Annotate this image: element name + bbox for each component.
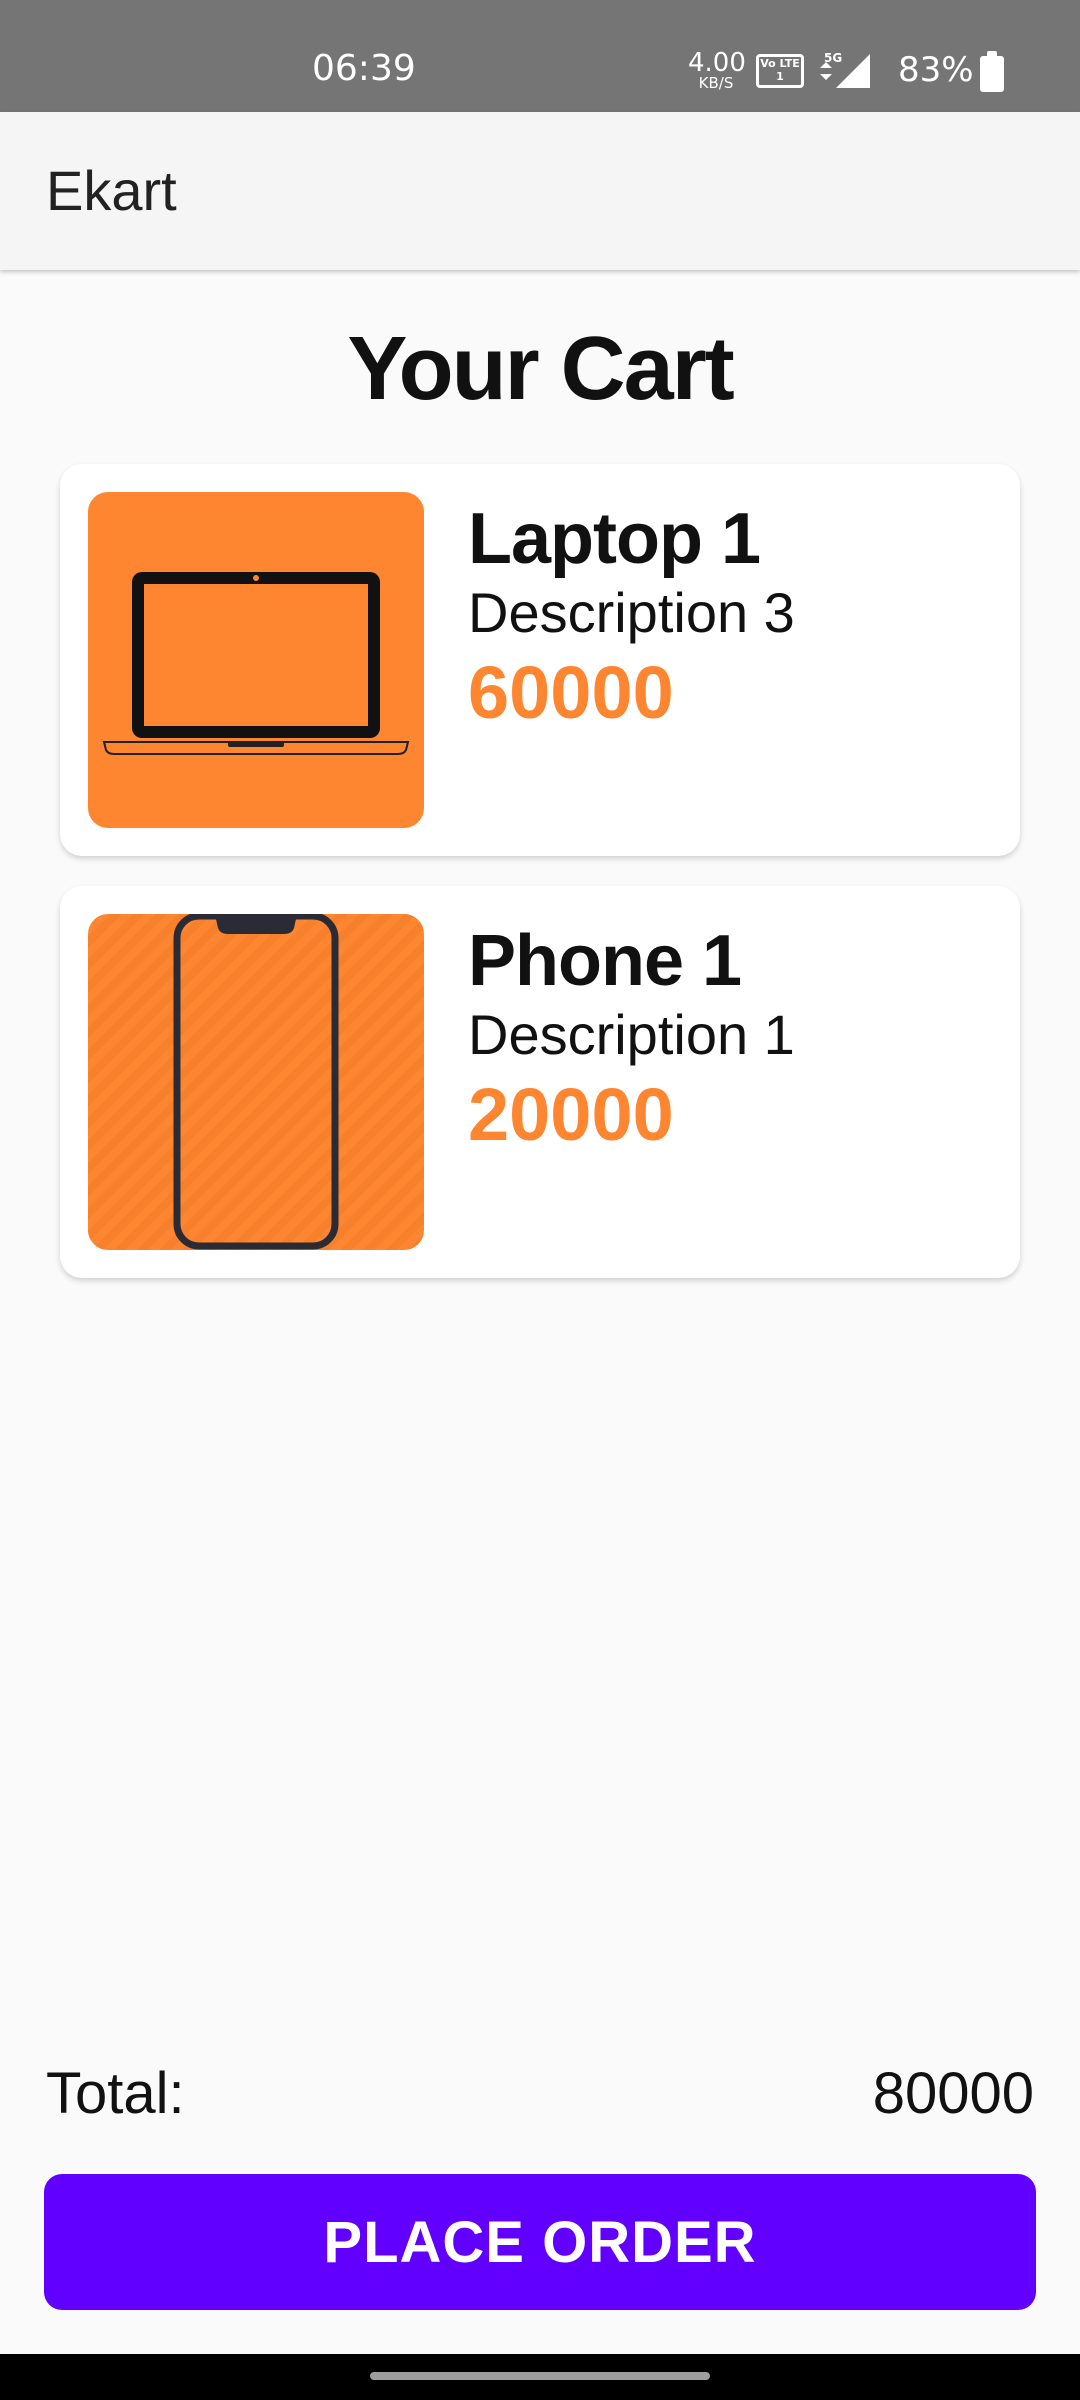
app-bar: Ekart xyxy=(0,112,1080,270)
item-description: Description 3 xyxy=(468,581,795,644)
product-image xyxy=(88,914,424,1250)
item-name: Laptop 1 xyxy=(468,499,761,579)
item-price: 20000 xyxy=(468,1073,674,1156)
network-speed-unit: KB/S xyxy=(698,74,734,92)
status-time: 06:39 xyxy=(312,48,416,89)
volte-icon: Vo LTE 1 xyxy=(756,54,804,88)
phone-icon xyxy=(88,914,424,1250)
item-description: Description 1 xyxy=(468,1003,795,1066)
app-title: Ekart xyxy=(46,159,177,222)
network-speed: 4.00 KB/S xyxy=(688,48,746,92)
cart-item-card[interactable]: Laptop 1 Description 3 60000 xyxy=(60,464,1020,856)
product-image xyxy=(88,492,424,828)
signal-5g-icon: 5G xyxy=(820,51,870,88)
navigation-bar xyxy=(0,2354,1080,2400)
item-name: Phone 1 xyxy=(468,921,742,1001)
item-price: 60000 xyxy=(468,651,674,734)
cart-item-card[interactable]: Phone 1 Description 1 20000 xyxy=(60,886,1020,1278)
place-order-button[interactable]: PLACE ORDER xyxy=(44,2174,1036,2310)
status-bar: 06:39 4.00 KB/S Vo LTE 1 5G 83% xyxy=(0,0,1080,112)
total-label: Total: xyxy=(46,2061,185,2126)
page-title: Your Cart xyxy=(347,319,734,419)
battery-icon xyxy=(980,51,1004,92)
network-speed-value: 4.00 xyxy=(688,48,746,78)
battery-percent: 83% xyxy=(898,50,974,90)
laptop-icon xyxy=(102,572,410,755)
home-indicator[interactable] xyxy=(370,2372,710,2380)
total-value: 80000 xyxy=(872,2061,1034,2126)
